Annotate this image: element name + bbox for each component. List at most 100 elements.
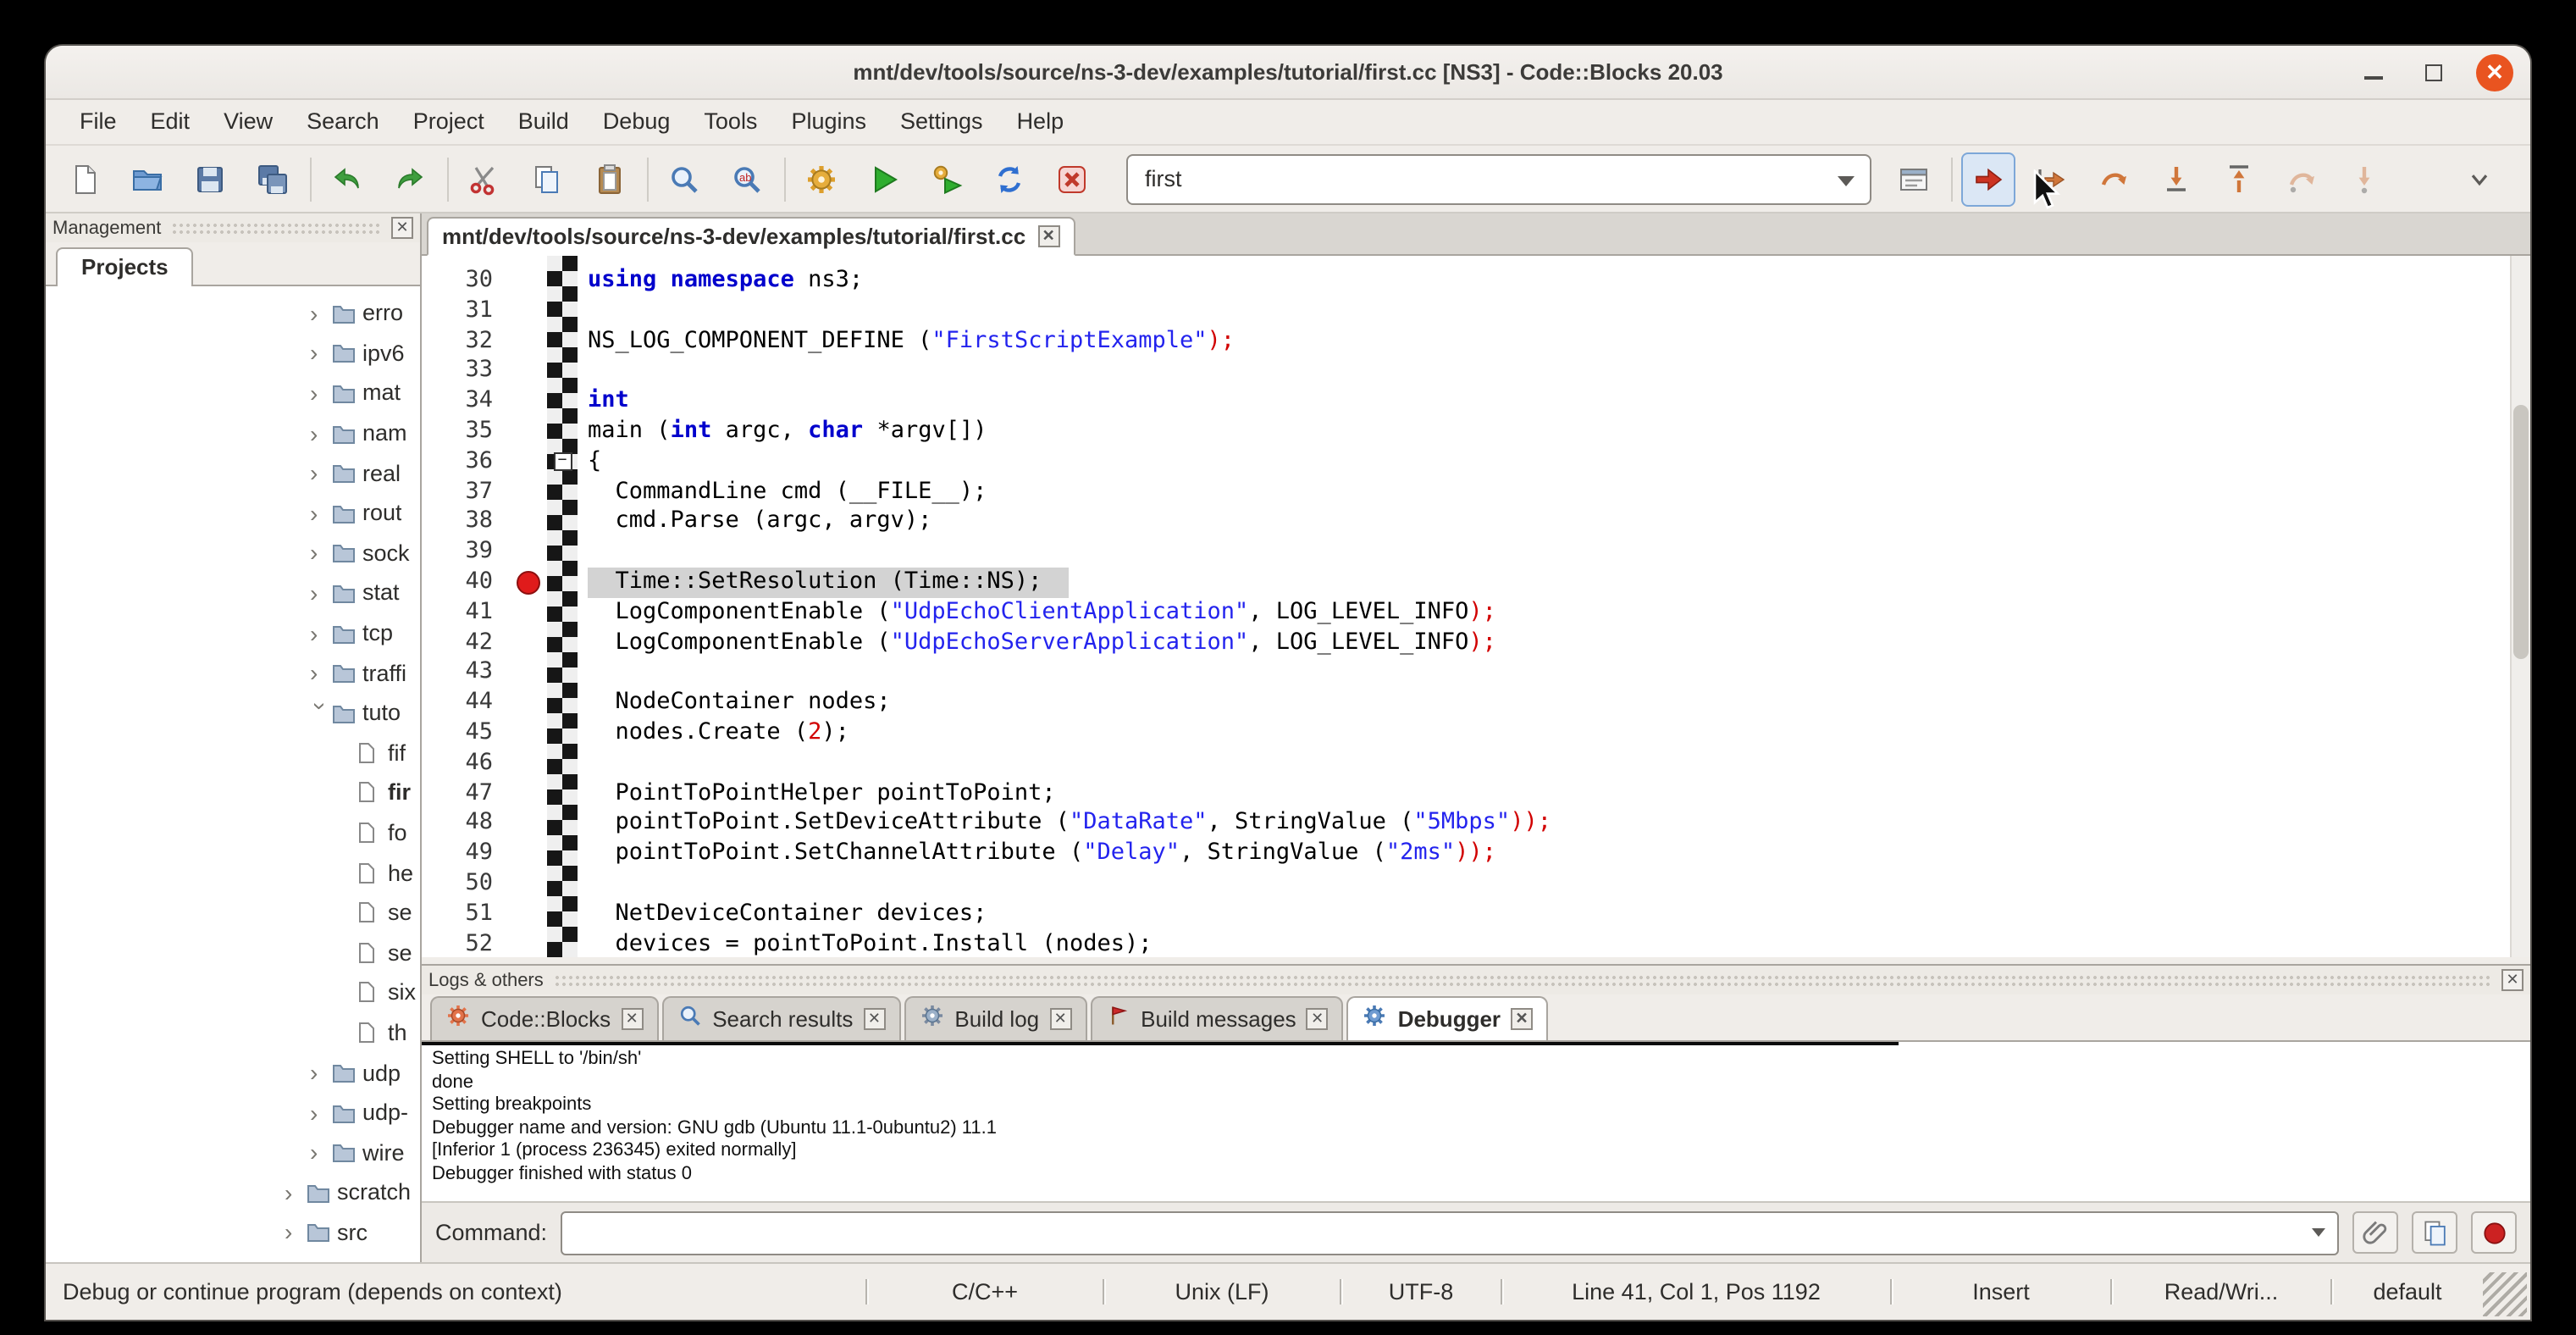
code-line-44[interactable]: 44 NodeContainer nodes; — [422, 688, 2530, 718]
line-number[interactable]: 46 — [422, 749, 506, 779]
tree-item-se[interactable]: se — [46, 893, 420, 933]
find-replace-button[interactable]: ab — [721, 153, 772, 204]
tree-item-sock[interactable]: ›sock — [46, 533, 420, 573]
rebuild-button[interactable] — [984, 153, 1035, 204]
chevron-right-icon[interactable]: › — [310, 1139, 332, 1166]
line-number[interactable]: 47 — [422, 778, 506, 809]
tab-close-icon[interactable]: ✕ — [1307, 1007, 1329, 1029]
editor-scrollbar[interactable] — [2510, 256, 2530, 957]
menu-debug[interactable]: Debug — [586, 100, 688, 144]
code-line-39[interactable]: 39 — [422, 537, 2530, 568]
next-instruction-button[interactable] — [2276, 153, 2327, 204]
tree-item-wire[interactable]: ›wire — [46, 1133, 420, 1172]
tree-item-real[interactable]: ›real — [46, 453, 420, 493]
code-line-49[interactable]: 49 pointToPoint.SetChannelAttribute ("De… — [422, 839, 2530, 869]
menu-plugins[interactable]: Plugins — [774, 100, 883, 144]
menu-tools[interactable]: Tools — [687, 100, 774, 144]
chevron-right-icon[interactable]: › — [310, 300, 332, 327]
code-line-40[interactable]: 40 Time::SetResolution (Time::NS); — [422, 568, 2530, 598]
cut-button[interactable] — [459, 153, 510, 204]
line-number[interactable]: 37 — [422, 477, 506, 507]
editor-tab-close-icon[interactable]: ✕ — [1037, 225, 1059, 247]
chevron-right-icon[interactable]: › — [310, 540, 332, 567]
next-line-button[interactable] — [2088, 153, 2139, 204]
line-number[interactable]: 45 — [422, 718, 506, 749]
code-line-35[interactable]: 35main (int argc, char *argv[]) — [422, 417, 2530, 447]
menu-settings[interactable]: Settings — [883, 100, 1000, 144]
minimize-button[interactable] — [2354, 53, 2391, 91]
tree-item-mat[interactable]: ›mat — [46, 373, 420, 413]
record-button[interactable] — [2471, 1211, 2517, 1254]
logs-tab-debugger[interactable]: Debugger✕ — [1347, 996, 1548, 1040]
close-button[interactable]: ✕ — [2476, 53, 2513, 91]
resize-grip[interactable] — [2483, 1272, 2527, 1316]
line-number[interactable]: 44 — [422, 688, 506, 718]
chevron-right-icon[interactable]: › — [310, 579, 332, 607]
tree-item-six[interactable]: six — [46, 972, 420, 1012]
run-button[interactable] — [859, 153, 909, 204]
tab-close-icon[interactable]: ✕ — [1511, 1007, 1533, 1029]
code-line-30[interactable]: 30using namespace ns3; — [422, 266, 2530, 296]
tab-close-icon[interactable]: ✕ — [1049, 1007, 1071, 1029]
build-and-run-button[interactable] — [921, 153, 972, 204]
tree-item-scratch[interactable]: ›scratch — [46, 1172, 420, 1212]
step-into-instruction-button[interactable] — [2339, 153, 2390, 204]
copy-log-button[interactable] — [2412, 1211, 2457, 1254]
code-line-38[interactable]: 38 cmd.Parse (argc, argv); — [422, 507, 2530, 538]
menu-view[interactable]: View — [207, 100, 290, 144]
chevron-right-icon[interactable]: › — [310, 659, 332, 686]
menu-help[interactable]: Help — [1000, 100, 1081, 144]
line-number[interactable]: 42 — [422, 628, 506, 658]
code-line-41[interactable]: 41 LogComponentEnable ("UdpEchoClientApp… — [422, 598, 2530, 629]
tree-item-se[interactable]: se — [46, 933, 420, 972]
line-number[interactable]: 33 — [422, 357, 506, 387]
code-editor[interactable]: − 30using namespace ns3;3132NS_LOG_COMPO… — [422, 256, 2530, 957]
line-number[interactable]: 49 — [422, 839, 506, 869]
tree-item-src[interactable]: ›src — [46, 1212, 420, 1252]
menu-file[interactable]: File — [63, 100, 134, 144]
chevron-right-icon[interactable]: › — [310, 419, 332, 446]
chevron-right-icon[interactable]: › — [285, 1179, 307, 1206]
maximize-button[interactable] — [2415, 53, 2452, 91]
chevron-right-icon[interactable]: › — [310, 1099, 332, 1126]
logs-tab-code-blocks[interactable]: Code::Blocks✕ — [430, 996, 658, 1040]
logs-tab-build-messages[interactable]: Build messages✕ — [1090, 996, 1344, 1040]
code-line-48[interactable]: 48 pointToPoint.SetDeviceAttribute ("Dat… — [422, 809, 2530, 839]
copy-button[interactable] — [522, 153, 572, 204]
code-line-51[interactable]: 51 NetDeviceContainer devices; — [422, 899, 2530, 929]
logs-tab-build-log[interactable]: Build log✕ — [904, 996, 1086, 1040]
fold-margin[interactable] — [547, 256, 578, 957]
line-number[interactable]: 41 — [422, 598, 506, 629]
fold-marker-icon[interactable]: − — [553, 452, 572, 471]
chevron-right-icon[interactable]: › — [310, 459, 332, 486]
tree-item-udp-[interactable]: ›udp- — [46, 1093, 420, 1133]
tree-item-traffi[interactable]: ›traffi — [46, 653, 420, 693]
tree-item-th[interactable]: th — [46, 1012, 420, 1052]
command-input[interactable] — [561, 1210, 2339, 1255]
code-line-36[interactable]: 36{ — [422, 447, 2530, 478]
tree-item-stat[interactable]: ›stat — [46, 573, 420, 612]
tree-item-udp[interactable]: ›udp — [46, 1053, 420, 1093]
step-out-button[interactable] — [2214, 153, 2264, 204]
chevron-right-icon[interactable]: › — [310, 379, 332, 407]
code-line-42[interactable]: 42 LogComponentEnable ("UdpEchoServerApp… — [422, 628, 2530, 658]
save-button[interactable] — [185, 153, 235, 204]
menu-edit[interactable]: Edit — [134, 100, 207, 144]
code-line-46[interactable]: 46 — [422, 749, 2530, 779]
chevron-down-icon[interactable] — [2312, 1227, 2325, 1236]
code-line-32[interactable]: 32NS_LOG_COMPONENT_DEFINE ("FirstScriptE… — [422, 326, 2530, 357]
chevron-right-icon[interactable]: › — [310, 619, 332, 646]
line-number[interactable]: 43 — [422, 658, 506, 689]
line-number[interactable]: 34 — [422, 386, 506, 417]
menu-project[interactable]: Project — [396, 100, 501, 144]
breakpoint-marker[interactable] — [517, 571, 540, 595]
editor-tab[interactable]: mnt/dev/tools/source/ns-3-dev/examples/t… — [427, 217, 1075, 256]
tree-item-fo[interactable]: fo — [46, 812, 420, 852]
save-all-button[interactable] — [247, 153, 298, 204]
line-number[interactable]: 31 — [422, 296, 506, 327]
tree-item-ipv6[interactable]: ›ipv6 — [46, 333, 420, 373]
line-number[interactable]: 39 — [422, 537, 506, 568]
line-number[interactable]: 38 — [422, 507, 506, 538]
menu-build[interactable]: Build — [501, 100, 586, 144]
redo-button[interactable] — [384, 153, 435, 204]
